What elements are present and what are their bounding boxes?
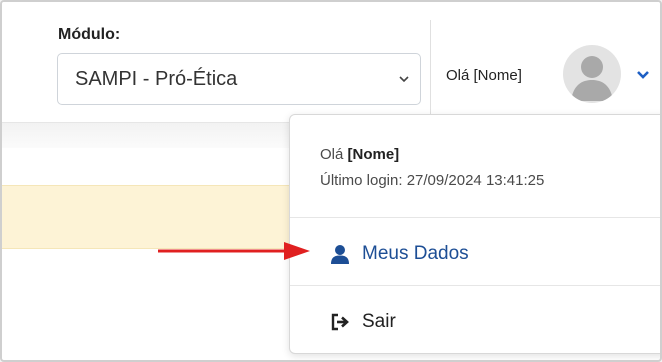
user-info: Olá [Nome] Último login: 27/09/2024 13:4… (320, 146, 544, 189)
avatar-silhouette-icon (571, 56, 613, 101)
annotation-arrow-icon (158, 242, 310, 260)
avatar (563, 45, 621, 103)
hello-prefix: Olá (320, 146, 348, 163)
user-dropdown-menu: Olá [Nome] Último login: 27/09/2024 13:4… (289, 114, 660, 354)
app-frame: Módulo: SAMPI - Pró-Ética Olá [Nome] Olá… (0, 0, 662, 362)
sair-link[interactable]: Sair (290, 291, 660, 353)
meus-dados-label: Meus Dados (362, 243, 469, 264)
sair-label: Sair (362, 311, 396, 332)
user-icon (331, 245, 349, 264)
meus-dados-link[interactable]: Meus Dados (290, 223, 660, 285)
module-select[interactable]: SAMPI - Pró-Ética (57, 53, 421, 105)
sign-out-icon (331, 313, 349, 331)
top-header: Módulo: SAMPI - Pró-Ética Olá [Nome] (2, 2, 660, 122)
menu-divider (290, 217, 660, 218)
user-menu-toggle[interactable]: Olá [Nome] (442, 42, 657, 108)
header-divider (430, 20, 431, 122)
menu-divider (290, 285, 660, 286)
user-greeting: Olá [Nome] (446, 66, 522, 84)
last-login: Último login: 27/09/2024 13:41:25 (320, 172, 545, 189)
user-hello: Olá [Nome] (320, 146, 544, 163)
chevron-down-icon (399, 76, 409, 83)
module-select-value: SAMPI - Pró-Ética (75, 67, 238, 90)
user-name: [Nome] (347, 146, 400, 163)
chevron-down-icon (637, 71, 649, 79)
module-label: Módulo: (58, 26, 121, 43)
